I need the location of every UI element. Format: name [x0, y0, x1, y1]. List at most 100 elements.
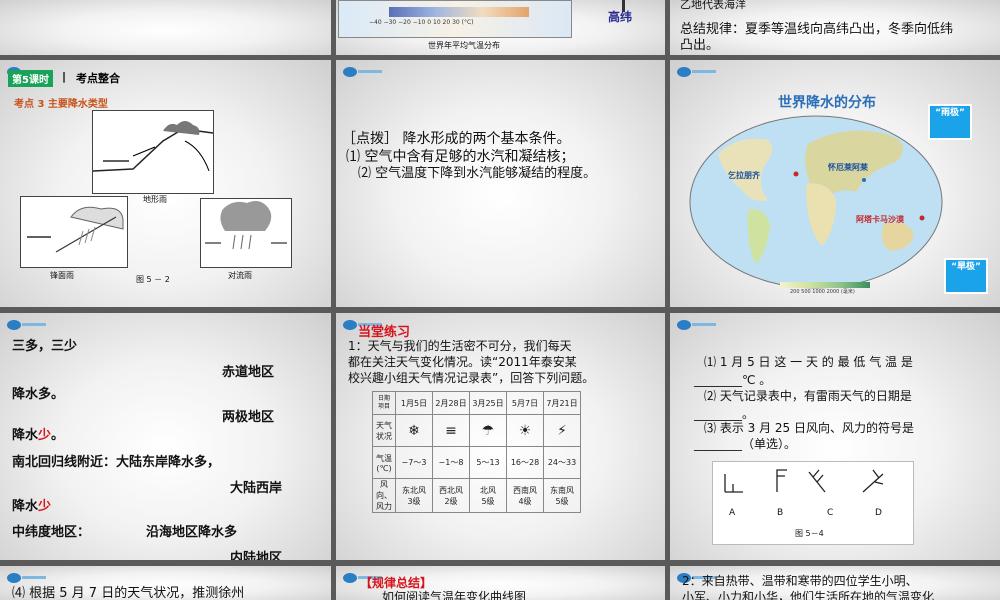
question-line: ⑶ 表示 3 月 25 日风向、风力的符号是 — [704, 421, 914, 435]
logo-icon — [676, 317, 718, 331]
question-line: ________℃ 。 — [694, 373, 772, 387]
slide-title: 世界降水的分布 — [778, 95, 876, 111]
figure-number: 图 5 － 2 — [136, 275, 170, 284]
option-c[interactable]: C — [827, 508, 833, 518]
logo-icon — [6, 317, 48, 331]
text-span: 降水 — [12, 428, 39, 443]
temp-cell: −1～8 — [432, 446, 470, 479]
wind-cell: 东北风 3级 — [395, 478, 433, 513]
question-line: ________（单选）。 — [694, 437, 797, 451]
map-scale: −40 −30 −20 −10 0 10 20 30 (°C) — [369, 19, 474, 26]
temp-cell: 5～13 — [469, 446, 507, 479]
row-header: 风向、风力 — [372, 478, 396, 513]
sunny-icon: ☀ — [506, 414, 544, 447]
weather-record-table: 日期 项目 1月5日 2月28日 3月25日 5月7日 7月21日 天气状况 ❄ … — [372, 391, 581, 513]
thunder-icon: ⚡ — [543, 414, 581, 447]
slide-r2-1[interactable]: 第5课时 | 考点整合 考点 3 主要降水类型 地形雨 锋面雨 对流雨 图 5 … — [0, 60, 331, 307]
wind-force: 5级 — [555, 496, 569, 506]
caption-frontal: 锋面雨 — [50, 271, 74, 280]
figure-number: 图 5－4 — [795, 529, 824, 538]
temp-cell: 16～28 — [506, 446, 544, 479]
temp-cell: 24～33 — [543, 446, 581, 479]
question-line: ⑵ 天气记录表中，有雷雨天气的日期是 — [704, 389, 912, 403]
slide-r2-2[interactable]: ［点拨］ 降水形成的两个基本条件。 ⑴ 空气中含有足够的水汽和凝结核； ⑵ 空气… — [336, 60, 665, 307]
convective-rain-diagram — [200, 198, 292, 268]
text-line: 降水多。 — [12, 387, 65, 402]
slide-r1-3[interactable]: 乙地代表海洋 总结规律：夏季等温线向高纬凸出，冬季向低纬 凸出。 — [670, 0, 1000, 55]
question-line: 校兴趣小组天气情况记录表”，回答下列问题。 — [348, 371, 595, 385]
slide-r1-1[interactable] — [0, 0, 331, 55]
row-header: 天气状况 — [372, 414, 396, 447]
place-waialeale: 怀厄莱阿莱 — [828, 163, 868, 172]
text-line: 南北回归线附近：大陆东岸降水多， — [12, 455, 221, 470]
text-line: 降水少 — [12, 495, 51, 514]
wind-direction: 北风 — [480, 485, 496, 495]
lesson-tag: 第5课时 — [8, 70, 53, 87]
option-b[interactable]: B — [777, 508, 783, 518]
wind-force: 2级 — [444, 496, 458, 506]
question-line: 都在关注天气变化情况。读“2011年泰安某 — [348, 355, 577, 369]
slide-r2-3[interactable]: 世界降水的分布 乞拉朋齐 怀厄莱阿莱 阿塔卡马沙漠 “雨极” “旱极” 200 … — [670, 60, 1000, 307]
fog-icon: ≡ — [432, 414, 470, 447]
question-line: 2：来自热带、温带和寒带的四位学生小明、 — [682, 574, 918, 588]
date-header: 2月28日 — [432, 391, 470, 415]
overlay-label: 高纬 — [608, 10, 633, 24]
text-line: 内陆地区 — [230, 551, 283, 560]
question-line: 1：天气与我们的生活密不可分，我们每天 — [348, 339, 572, 353]
date-header: 3月25日 — [469, 391, 507, 415]
wind-direction: 西南风 — [513, 485, 537, 495]
option-a[interactable]: A — [729, 508, 735, 518]
caption-orographic: 地形雨 — [143, 195, 167, 204]
place-cherrapunji: 乞拉朋齐 — [728, 171, 760, 180]
text-span: 中纬度地区： — [12, 525, 91, 540]
wind-cell: 西北风 2级 — [432, 478, 470, 513]
rain-icon: ☂ — [469, 414, 507, 447]
lesson-header: 第5课时 | 考点整合 — [0, 68, 331, 87]
text-line: 降水少。 — [12, 424, 64, 443]
text-line: 中纬度地区： — [12, 521, 90, 540]
tip-line-2: ⑵ 空气温度下降到水汽能够凝结的程度。 — [358, 166, 597, 181]
slide-r4-2[interactable]: 【规律总结】 如何阅读气温年变化曲线图 — [336, 566, 665, 600]
frontal-rain-diagram — [20, 196, 128, 268]
slide-r3-1[interactable]: 三多，三少 赤道地区 降水多。 两极地区 降水少。 南北回归线附近：大陆东岸降水… — [0, 313, 331, 560]
text-line: 总结规律：夏季等温线向高纬凸出，冬季向低纬 — [680, 22, 954, 37]
wind-cell: 西南风 4级 — [506, 478, 544, 513]
wind-cell: 北风 5级 — [469, 478, 507, 513]
emphasis-text: 少 — [38, 428, 52, 443]
date-header: 1月5日 — [395, 391, 433, 415]
text-line: 乙地代表海洋 — [680, 0, 746, 11]
temp-cell: −7～3 — [395, 446, 433, 479]
world-precipitation-map: 乞拉朋齐 怀厄莱阿莱 阿塔卡马沙漠 — [688, 114, 944, 290]
text-line: 如何阅读气温年变化曲线图 — [382, 590, 527, 600]
text-line: 赤道地区 — [222, 365, 275, 380]
orographic-rain-diagram — [92, 110, 214, 194]
header-title: 考点整合 — [76, 72, 120, 85]
wind-direction: 东北风 — [402, 485, 426, 495]
text-line: 沿海地区降水多 — [146, 525, 238, 540]
slide-r4-3[interactable]: 2：来自热带、温带和寒带的四位学生小明、 小军、小力和小华，他们生活所在地的气温… — [670, 566, 1000, 600]
wind-direction: 东南风 — [550, 485, 574, 495]
slide-r3-2[interactable]: 当堂练习 1：天气与我们的生活密不可分，我们每天 都在关注天气变化情况。读“20… — [336, 313, 665, 560]
legend-scale: 200 500 1000 2000 (毫米) — [790, 289, 855, 295]
date-header: 5月7日 — [506, 391, 544, 415]
logo-icon — [676, 64, 718, 78]
place-atacama: 阿塔卡马沙漠 — [856, 215, 904, 224]
slide-r4-1[interactable]: ⑷ 根据 5 月 7 日的天气状况，推测徐州 — [0, 566, 331, 600]
slide-r3-3[interactable]: ⑴ 1 月 5 日 这 一 天 的 最 低 气 温 是 ________℃ 。 … — [670, 313, 1000, 560]
text-line: 两极地区 — [222, 410, 275, 425]
wind-cell: 东南风 5级 — [543, 478, 581, 513]
text-span: 。 — [51, 428, 65, 443]
option-d[interactable]: D — [875, 508, 882, 518]
wet-pole-label: “雨极” — [928, 104, 972, 140]
text-span: 降水 — [12, 499, 39, 514]
caption-convective: 对流雨 — [228, 271, 252, 280]
wind-direction: 西北风 — [439, 485, 463, 495]
tip-title: ［点拨］ 降水形成的两个基本条件。 — [342, 131, 571, 147]
temperature-map: −40 −30 −20 −10 0 10 20 30 (°C) — [338, 0, 572, 38]
topic-title: 考点 3 主要降水类型 — [14, 99, 108, 110]
logo-icon — [342, 64, 384, 78]
slide-r1-2[interactable]: −40 −30 −20 −10 0 10 20 30 (°C) 世界年平均气温分… — [336, 0, 665, 55]
date-header: 7月21日 — [543, 391, 581, 415]
wind-force: 5级 — [481, 496, 495, 506]
emphasis-text: 少 — [38, 499, 52, 514]
